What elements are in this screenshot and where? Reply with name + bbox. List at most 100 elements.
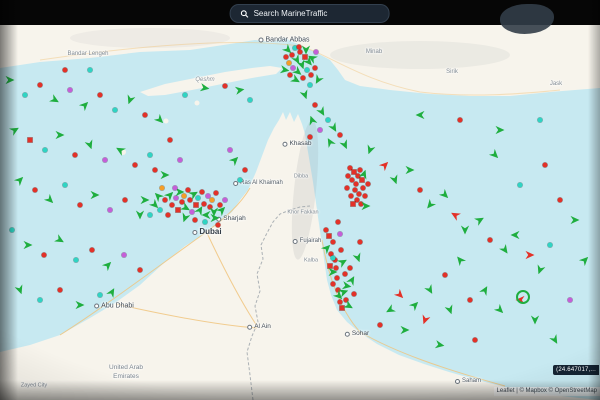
vessel-marker[interactable] (458, 118, 463, 123)
vessel-marker[interactable] (488, 238, 493, 243)
vessel-marker[interactable] (102, 259, 115, 272)
vessel-marker[interactable] (24, 241, 33, 250)
vessel-marker[interactable] (363, 194, 368, 199)
vessel-marker[interactable] (358, 168, 363, 173)
vessel-marker[interactable] (84, 139, 96, 151)
vessel-marker[interactable] (44, 194, 57, 207)
vessel-marker[interactable] (223, 84, 228, 89)
vessel-marker[interactable] (248, 98, 253, 103)
vessel-marker[interactable] (168, 138, 173, 143)
vessel-marker[interactable] (518, 183, 523, 188)
vessel-marker[interactable] (73, 153, 78, 158)
vessel-marker[interactable] (309, 73, 314, 78)
vessel-marker[interactable] (379, 159, 392, 172)
vessel-marker[interactable] (384, 304, 396, 316)
vessel-marker[interactable] (218, 203, 223, 208)
vessel-marker[interactable] (14, 284, 26, 296)
vessel-marker[interactable] (489, 149, 502, 162)
vessel-marker[interactable] (543, 163, 548, 168)
vessel-marker[interactable] (342, 281, 352, 291)
vessel-marker[interactable] (313, 103, 318, 108)
vessel-marker[interactable] (461, 226, 470, 235)
vessel-marker[interactable] (454, 254, 467, 267)
vessel-marker[interactable] (190, 210, 195, 215)
vessel-marker[interactable] (174, 196, 179, 201)
vessel-marker[interactable] (183, 93, 188, 98)
vessel-marker[interactable] (538, 118, 543, 123)
vessel-marker[interactable] (409, 299, 422, 312)
vessel-marker[interactable] (33, 188, 38, 193)
vessel-marker[interactable] (439, 189, 452, 202)
vessel-marker[interactable] (571, 216, 580, 225)
vessel-marker[interactable] (338, 232, 343, 237)
vessel-marker[interactable] (158, 208, 163, 213)
vessel-marker[interactable] (345, 186, 350, 191)
vessel-marker[interactable] (474, 214, 486, 226)
vessel-marker[interactable] (331, 282, 336, 287)
vessel-marker[interactable] (424, 199, 437, 212)
vessel-marker[interactable] (324, 136, 336, 148)
vessel-marker[interactable] (193, 218, 198, 223)
vessel-marker[interactable] (352, 292, 357, 297)
vessel-marker[interactable] (154, 114, 167, 127)
vessel-marker[interactable] (558, 198, 563, 203)
vessel-marker[interactable] (526, 251, 535, 260)
vessel-marker[interactable] (534, 264, 546, 276)
vessel-marker[interactable] (114, 144, 126, 156)
vessel-marker[interactable] (202, 202, 207, 207)
vessel-markers-layer[interactable] (0, 0, 600, 400)
vessel-marker[interactable] (418, 188, 423, 193)
vessel-marker[interactable] (290, 53, 295, 58)
vessel-marker[interactable] (203, 220, 208, 225)
vessel-marker[interactable] (308, 135, 313, 140)
vessel-marker[interactable] (173, 186, 178, 191)
vessel-marker[interactable] (108, 208, 113, 213)
vessel-marker[interactable] (435, 340, 445, 350)
vessel-marker[interactable] (178, 158, 183, 163)
vessel-marker[interactable] (188, 198, 193, 203)
vessel-marker[interactable] (38, 83, 43, 88)
vessel-marker[interactable] (548, 243, 553, 248)
vessel-marker[interactable] (122, 253, 127, 258)
vessel-marker[interactable] (303, 55, 308, 60)
vessel-marker[interactable] (352, 252, 364, 264)
vessel-marker[interactable] (324, 228, 329, 233)
vessel-marker[interactable] (186, 188, 191, 193)
vessel-marker[interactable] (299, 89, 311, 101)
vessel-marker[interactable] (136, 211, 145, 220)
vessel-marker[interactable] (336, 220, 341, 225)
vessel-marker[interactable] (284, 55, 289, 60)
vessel-marker[interactable] (98, 93, 103, 98)
vessel-marker[interactable] (443, 273, 448, 278)
vessel-marker[interactable] (54, 234, 66, 246)
vessel-marker[interactable] (78, 203, 83, 208)
vessel-marker[interactable] (68, 88, 73, 93)
vessel-marker[interactable] (568, 298, 573, 303)
vessel-marker[interactable] (331, 240, 336, 245)
vessel-marker[interactable] (364, 144, 376, 156)
vessel-marker[interactable] (14, 174, 27, 187)
vessel-marker[interactable] (334, 266, 339, 271)
vessel-marker[interactable] (6, 76, 15, 85)
vessel-marker[interactable] (339, 139, 351, 151)
vessel-marker[interactable] (357, 192, 362, 197)
vessel-marker[interactable] (143, 113, 148, 118)
vessel-marker[interactable] (196, 196, 201, 201)
vessel-marker[interactable] (340, 306, 345, 311)
vessel-marker[interactable] (360, 178, 365, 183)
vessel-marker[interactable] (28, 138, 33, 143)
vessel-marker[interactable] (243, 168, 248, 173)
vessel-marker[interactable] (49, 94, 61, 106)
vessel-marker[interactable] (180, 200, 185, 205)
vessel-marker[interactable] (166, 213, 171, 218)
vessel-marker[interactable] (328, 264, 333, 269)
vessel-marker[interactable] (58, 288, 63, 293)
vessel-marker[interactable] (343, 272, 348, 277)
vessel-marker[interactable] (210, 208, 219, 217)
vessel-marker[interactable] (419, 314, 431, 326)
vessel-marker[interactable] (287, 61, 292, 66)
vessel-marker[interactable] (511, 231, 520, 240)
vessel-marker[interactable] (88, 68, 93, 73)
vessel-marker[interactable] (9, 124, 21, 136)
vessel-marker[interactable] (161, 171, 170, 180)
